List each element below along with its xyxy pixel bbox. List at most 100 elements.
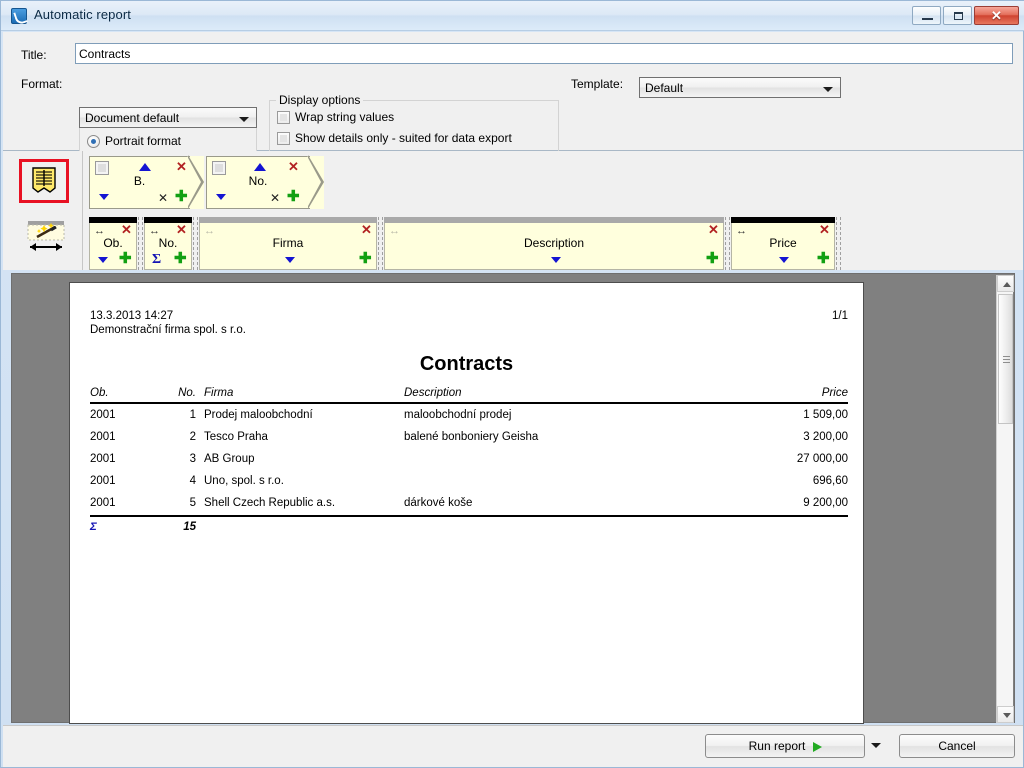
- chevron-up-icon: [1003, 282, 1011, 287]
- group-menu-icon[interactable]: [99, 194, 109, 200]
- clear-group-icon[interactable]: ✕: [158, 192, 168, 204]
- cell-no: 5: [189, 497, 196, 509]
- column-chip-label: Description: [523, 236, 585, 250]
- report-date: 13.3.2013 14:27: [90, 310, 174, 322]
- column-chip-no[interactable]: ↔ ✕ No. Σ ✚: [144, 217, 192, 270]
- add-column-icon[interactable]: ✚: [119, 251, 132, 266]
- minimize-button[interactable]: [912, 6, 941, 25]
- scrollbar-thumb[interactable]: [998, 294, 1013, 424]
- table-row: 2001 4 Uno, spol. s r.o. 696,60: [90, 470, 848, 492]
- remove-group-icon[interactable]: ✕: [176, 160, 187, 173]
- format-dropdown[interactable]: Document default: [79, 107, 257, 128]
- format-field-label: Format:: [21, 77, 63, 91]
- resize-width-icon[interactable]: ↔: [736, 226, 747, 237]
- display-options-legend: Display options: [276, 93, 364, 107]
- preview-vertical-scrollbar[interactable]: [996, 275, 1014, 723]
- cell-description: [404, 470, 674, 492]
- column-chip-label: Firma: [272, 236, 304, 250]
- table-row: 2001 1 Prodej maloobchodní maloobchodní …: [90, 403, 848, 426]
- cell-no: 2: [189, 431, 196, 443]
- add-column-icon[interactable]: ✚: [359, 251, 372, 266]
- sum-sigma-icon: Σ: [90, 515, 152, 538]
- remove-column-icon[interactable]: ✕: [708, 223, 719, 236]
- report-table: Ob. No. Firma Description Price 2001 1 P…: [90, 387, 848, 538]
- report-preview-area: 13.3.2013 14:27 Demonstrační firma spol.…: [11, 273, 1015, 724]
- header-description: Description: [404, 387, 674, 404]
- group-checkbox-b[interactable]: [95, 161, 109, 175]
- radio-icon-portrait: [87, 135, 100, 148]
- header-price: Price: [674, 387, 848, 404]
- run-report-button[interactable]: Run report: [705, 734, 865, 758]
- cell-firma: AB Group: [204, 453, 255, 465]
- resize-width-icon[interactable]: ↔: [204, 226, 215, 237]
- cell-firma: Uno, spol. s r.o.: [204, 475, 284, 487]
- report-company: Demonstrační firma spol. s r.o.: [90, 324, 246, 336]
- remove-column-icon[interactable]: ✕: [361, 223, 372, 236]
- remove-column-icon[interactable]: ✕: [819, 223, 830, 236]
- group-chip-label: B.: [133, 174, 146, 188]
- column-splitter[interactable]: [193, 217, 198, 270]
- add-group-icon[interactable]: ✚: [175, 189, 188, 204]
- group-menu-icon[interactable]: [216, 194, 226, 200]
- group-chip-b[interactable]: ✕ B. ✕ ✚: [89, 155, 204, 209]
- column-chip-ob[interactable]: ↔ ✕ Ob. ✚: [89, 217, 137, 270]
- add-group-icon[interactable]: ✚: [287, 189, 300, 204]
- scroll-down-button[interactable]: [997, 706, 1014, 723]
- automatic-report-window: Automatic report ✕ Title: Format: Docume…: [0, 0, 1024, 768]
- column-splitter[interactable]: [725, 217, 730, 270]
- sort-ascending-icon[interactable]: [254, 163, 266, 171]
- column-menu-icon[interactable]: [551, 257, 561, 263]
- add-column-icon[interactable]: ✚: [817, 251, 830, 266]
- group-checkbox-no[interactable]: [212, 161, 226, 175]
- grip-icon: [1003, 356, 1010, 363]
- resize-width-icon[interactable]: ↔: [94, 226, 105, 237]
- minimize-icon: [922, 18, 933, 20]
- add-column-icon[interactable]: ✚: [706, 251, 719, 266]
- table-summary-row: Σ 15: [90, 515, 848, 538]
- sort-ascending-icon[interactable]: [139, 163, 151, 171]
- cell-ob: 2001: [90, 453, 116, 465]
- auto-width-wizard-button[interactable]: [27, 220, 65, 254]
- column-menu-icon[interactable]: [285, 257, 295, 263]
- column-chip-description[interactable]: ↔ ✕ Description ✚: [384, 217, 724, 270]
- title-input[interactable]: [75, 43, 1013, 64]
- cell-description: [404, 448, 674, 470]
- cell-firma: Tesco Praha: [204, 431, 268, 443]
- close-icon: ✕: [991, 8, 1002, 23]
- column-splitter[interactable]: [836, 217, 841, 270]
- template-field-label: Template:: [571, 77, 624, 91]
- header-no: No.: [152, 387, 204, 404]
- header-firma: Firma: [204, 387, 404, 404]
- template-dropdown[interactable]: Default: [639, 77, 841, 98]
- group-chip-point: [307, 155, 324, 209]
- maximize-icon: [954, 12, 963, 20]
- column-splitter[interactable]: [138, 217, 143, 270]
- remove-column-icon[interactable]: ✕: [121, 223, 132, 236]
- chevron-down-icon: [239, 117, 249, 122]
- resize-width-icon[interactable]: ↔: [149, 226, 160, 237]
- column-menu-icon[interactable]: [98, 257, 108, 263]
- cell-ob: 2001: [90, 409, 116, 421]
- column-menu-icon[interactable]: [779, 257, 789, 263]
- resize-width-icon[interactable]: ↔: [389, 226, 400, 237]
- add-column-icon[interactable]: ✚: [174, 251, 187, 266]
- column-chip-price[interactable]: ↔ ✕ Price ✚: [731, 217, 835, 270]
- sum-aggregate-icon[interactable]: Σ: [152, 253, 161, 267]
- remove-column-icon[interactable]: ✕: [176, 223, 187, 236]
- run-report-options-icon[interactable]: [871, 743, 881, 748]
- remove-group-icon[interactable]: ✕: [288, 160, 299, 173]
- maximize-button[interactable]: [943, 6, 972, 25]
- close-button[interactable]: ✕: [974, 6, 1019, 25]
- checkbox-icon-wrap: [277, 111, 290, 124]
- report-layout-tool-button[interactable]: [19, 159, 69, 203]
- column-splitter[interactable]: [378, 217, 383, 270]
- cell-description: dárkové koše: [404, 497, 473, 509]
- cell-no: 3: [189, 453, 196, 465]
- cell-description: maloobchodní prodej: [404, 409, 512, 421]
- scroll-up-button[interactable]: [997, 275, 1014, 292]
- table-header-row: Ob. No. Firma Description Price: [90, 387, 848, 404]
- cancel-button[interactable]: Cancel: [899, 734, 1015, 758]
- clear-group-icon[interactable]: ✕: [270, 192, 280, 204]
- group-chip-no[interactable]: ✕ No. ✕ ✚: [206, 155, 324, 209]
- column-chip-firma[interactable]: ↔ ✕ Firma ✚: [199, 217, 377, 270]
